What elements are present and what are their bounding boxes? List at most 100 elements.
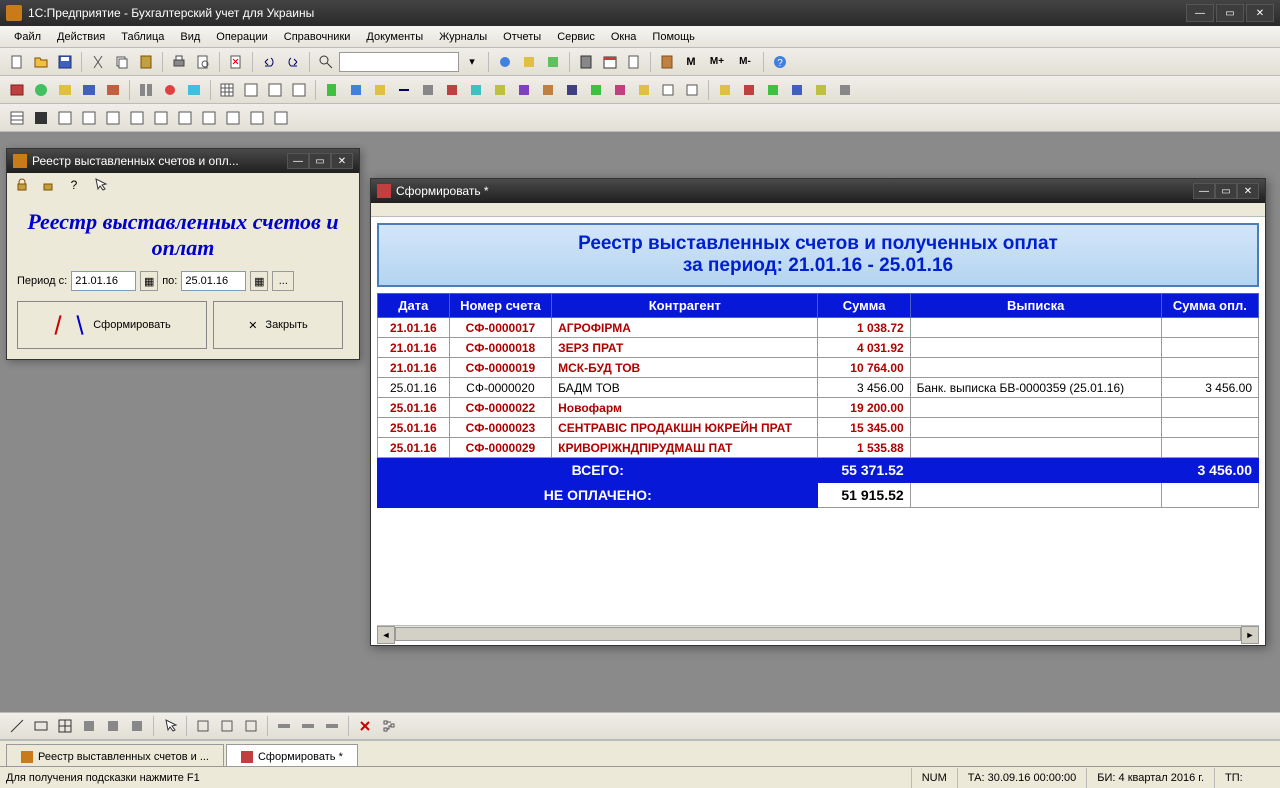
tb2-icon[interactable]	[321, 79, 343, 101]
menu-operations[interactable]: Операции	[208, 29, 275, 45]
tb2-icon[interactable]	[102, 79, 124, 101]
tb3-icon[interactable]	[174, 107, 196, 129]
menu-file[interactable]: Файл	[6, 29, 49, 45]
tb3-icon[interactable]	[102, 107, 124, 129]
tb2-icon[interactable]	[609, 79, 631, 101]
table-row[interactable]: 25.01.16СФ-0000029КРИВОРІЖНДПІРУДМАШ ПАТ…	[378, 438, 1259, 458]
table-row[interactable]: 25.01.16СФ-0000023СЕНТРАВІС ПРОДАКШН ЮКР…	[378, 418, 1259, 438]
tb2-icon[interactable]	[537, 79, 559, 101]
menu-references[interactable]: Справочники	[276, 29, 359, 45]
tool-icon[interactable]	[216, 715, 238, 737]
tb2-icon[interactable]	[369, 79, 391, 101]
menu-service[interactable]: Сервис	[549, 29, 603, 45]
help-icon[interactable]: ?	[769, 51, 791, 73]
report-close-button[interactable]: ✕	[1237, 183, 1259, 199]
tb3-icon[interactable]	[30, 107, 52, 129]
tb2-icon[interactable]	[834, 79, 856, 101]
tool-icon-3[interactable]	[542, 51, 564, 73]
tree-icon[interactable]	[378, 715, 400, 737]
tool-icon[interactable]	[240, 715, 262, 737]
mminus-button[interactable]: M-	[732, 51, 758, 73]
help-icon[interactable]: ?	[63, 174, 85, 196]
tb2-icon[interactable]	[786, 79, 808, 101]
paste-icon[interactable]	[135, 51, 157, 73]
tool-icon[interactable]	[102, 715, 124, 737]
unlock-icon[interactable]	[37, 174, 59, 196]
table-row[interactable]: 21.01.16СФ-0000019МСК-БУД ТОВ10 764.00	[378, 358, 1259, 378]
tb2-icon[interactable]	[240, 79, 262, 101]
rect-icon[interactable]	[30, 715, 52, 737]
tb3-icon[interactable]	[198, 107, 220, 129]
tb2-icon[interactable]	[561, 79, 583, 101]
dialog-maximize-button[interactable]: ▭	[309, 153, 331, 169]
doctab-report[interactable]: Сформировать *	[226, 744, 358, 766]
cut-icon[interactable]	[87, 51, 109, 73]
tool-icon[interactable]	[321, 715, 343, 737]
find-input[interactable]	[339, 52, 459, 72]
dialog-close-button[interactable]: ✕	[331, 153, 353, 169]
tb2-icon[interactable]	[762, 79, 784, 101]
delete-icon[interactable]	[225, 51, 247, 73]
tb2-icon[interactable]	[441, 79, 463, 101]
tb2-icon[interactable]	[633, 79, 655, 101]
calendar-icon[interactable]	[599, 51, 621, 73]
menu-journals[interactable]: Журналы	[431, 29, 495, 45]
minimize-button[interactable]: —	[1186, 4, 1214, 22]
tb2-icon[interactable]	[216, 79, 238, 101]
menu-view[interactable]: Вид	[172, 29, 208, 45]
dropdown-icon[interactable]: ▾	[461, 51, 483, 73]
tb2-icon[interactable]	[288, 79, 310, 101]
date-from-input[interactable]	[71, 271, 136, 291]
tb3-icon[interactable]	[6, 107, 28, 129]
mplus-button[interactable]: M+	[704, 51, 730, 73]
calendar-from-icon[interactable]: ▦	[140, 271, 158, 291]
lock-icon[interactable]	[11, 174, 33, 196]
menu-actions[interactable]: Действия	[49, 29, 113, 45]
tool-icon[interactable]	[126, 715, 148, 737]
tb2-icon[interactable]	[264, 79, 286, 101]
tb2-icon[interactable]	[393, 79, 415, 101]
menu-windows[interactable]: Окна	[603, 29, 645, 45]
pointer-icon[interactable]	[89, 174, 111, 196]
table-row[interactable]: 25.01.16СФ-0000022Новофарм19 200.00	[378, 398, 1259, 418]
print-icon[interactable]	[168, 51, 190, 73]
new-icon[interactable]	[6, 51, 28, 73]
tb2-icon[interactable]	[681, 79, 703, 101]
tb3-icon[interactable]	[150, 107, 172, 129]
maximize-button[interactable]: ▭	[1216, 4, 1244, 22]
line-icon[interactable]	[6, 715, 28, 737]
tb3-icon[interactable]	[126, 107, 148, 129]
tool-icon-2[interactable]	[518, 51, 540, 73]
table-row[interactable]: 21.01.16СФ-0000017АГРОФІРМА1 038.72	[378, 318, 1259, 338]
report-minimize-button[interactable]: —	[1193, 183, 1215, 199]
report-titlebar[interactable]: Сформировать * — ▭ ✕	[371, 179, 1265, 203]
tb3-icon[interactable]	[78, 107, 100, 129]
scrollbar-horizontal[interactable]	[377, 625, 1259, 641]
tb2-icon[interactable]	[714, 79, 736, 101]
tb2-icon[interactable]	[465, 79, 487, 101]
tb2-icon[interactable]	[6, 79, 28, 101]
stop-icon[interactable]	[354, 715, 376, 737]
date-to-input[interactable]	[181, 271, 246, 291]
tb2-icon[interactable]	[657, 79, 679, 101]
doctab-registry[interactable]: Реестр выставленных счетов и ...	[6, 744, 224, 766]
tb2-icon[interactable]	[513, 79, 535, 101]
tb2-icon[interactable]	[489, 79, 511, 101]
table-row[interactable]: 21.01.16СФ-0000018ЗЕРЗ ПРАТ4 031.92	[378, 338, 1259, 358]
period-select-button[interactable]: ...	[272, 271, 294, 291]
undo-icon[interactable]	[258, 51, 280, 73]
menu-help[interactable]: Помощь	[644, 29, 703, 45]
menu-table[interactable]: Таблица	[113, 29, 172, 45]
redo-icon[interactable]	[282, 51, 304, 73]
tb3-icon[interactable]	[246, 107, 268, 129]
tb2-icon[interactable]	[345, 79, 367, 101]
menu-reports[interactable]: Отчеты	[495, 29, 549, 45]
find-icon[interactable]	[315, 51, 337, 73]
m-button[interactable]: M	[680, 51, 702, 73]
tb2-icon[interactable]	[585, 79, 607, 101]
calc-icon[interactable]	[575, 51, 597, 73]
calendar-to-icon[interactable]: ▦	[250, 271, 268, 291]
preview-icon[interactable]	[192, 51, 214, 73]
menu-documents[interactable]: Документы	[358, 29, 431, 45]
tool-icon[interactable]	[192, 715, 214, 737]
